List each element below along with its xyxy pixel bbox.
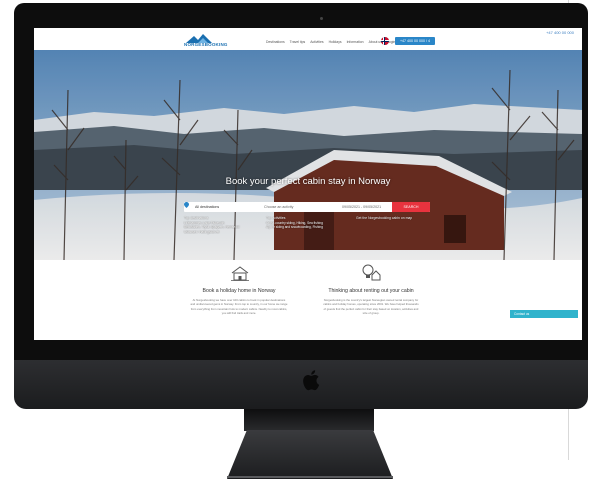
monitor-chin [14,360,588,409]
webcam-dot [320,17,323,20]
nav-item-about[interactable]: About us [369,40,382,44]
section-text-book: At Norgesbooking we have over 100 cabins… [190,298,288,316]
monitor-stand-neck [244,409,374,431]
section-text-rent: Norgesbooking is the country's largest N… [323,298,419,316]
house-icon [231,266,249,281]
main-nav: Destinations Travel tips Activities Holi… [266,40,395,44]
suggestion-link[interactable]: Ustaoset / Hallingskarvet [184,230,239,235]
map-link[interactable]: Get the Norgesbooking cabin on map [356,216,412,221]
search-bar: All destinations Choose an activity 09/0… [184,202,430,212]
monitor-stand-foot [227,430,393,479]
suggestion-heading: Top activities [266,216,286,220]
nav-item-information[interactable]: Information [347,40,364,44]
date-range-input[interactable]: 09/05/2021 - 09/05/2021 [342,205,381,209]
monitor-screen: +47 400 00 000 NORGESBOOKING Destination… [34,28,582,340]
location-pin-icon [184,202,189,208]
activity-select[interactable]: Choose an activity [264,205,293,209]
site-header: +47 400 00 000 NORGESBOOKING Destination… [34,28,582,50]
language-flag-icon[interactable] [381,37,389,45]
hero-banner: Book your perfect cabin stay in Norway A… [34,50,582,260]
apple-logo-icon [303,370,320,391]
suggestion-link[interactable]: Alpine skiing and snowboarding, Fishing [266,225,323,230]
suggestions-activities: Top activities Cross country skiing, Hik… [266,216,323,230]
chat-widget-button[interactable]: Contact us [510,310,578,318]
suggestions-destinations: Top destinations Lillehammer, Lake Fiske… [184,216,239,234]
info-section: Book a holiday home in Norway Thinking a… [34,260,582,340]
nav-item-destinations[interactable]: Destinations [266,40,285,44]
nav-item-holidays[interactable]: Holidays [329,40,342,44]
nav-item-travel-tips[interactable]: Travel tips [290,40,306,44]
destination-select[interactable]: All destinations [195,205,219,209]
section-title-rent: Thinking about renting out your cabin [328,288,414,294]
logo-text[interactable]: NORGESBOOKING [184,42,228,47]
contact-button[interactable]: +47 400 00 000 / 4 [395,37,435,45]
lightbulb-cabin-icon [362,264,381,281]
section-title-book: Book a holiday home in Norway [202,288,276,294]
hero-title: Book your perfect cabin stay in Norway [225,176,391,187]
search-button[interactable]: SEARCH [392,202,430,212]
header-phone[interactable]: +47 400 00 000 [546,30,574,35]
suggestion-heading: Top destinations [184,216,209,220]
nav-item-activities[interactable]: Activities [310,40,323,44]
suggestions-map: Get the Norgesbooking cabin on map [356,216,412,221]
